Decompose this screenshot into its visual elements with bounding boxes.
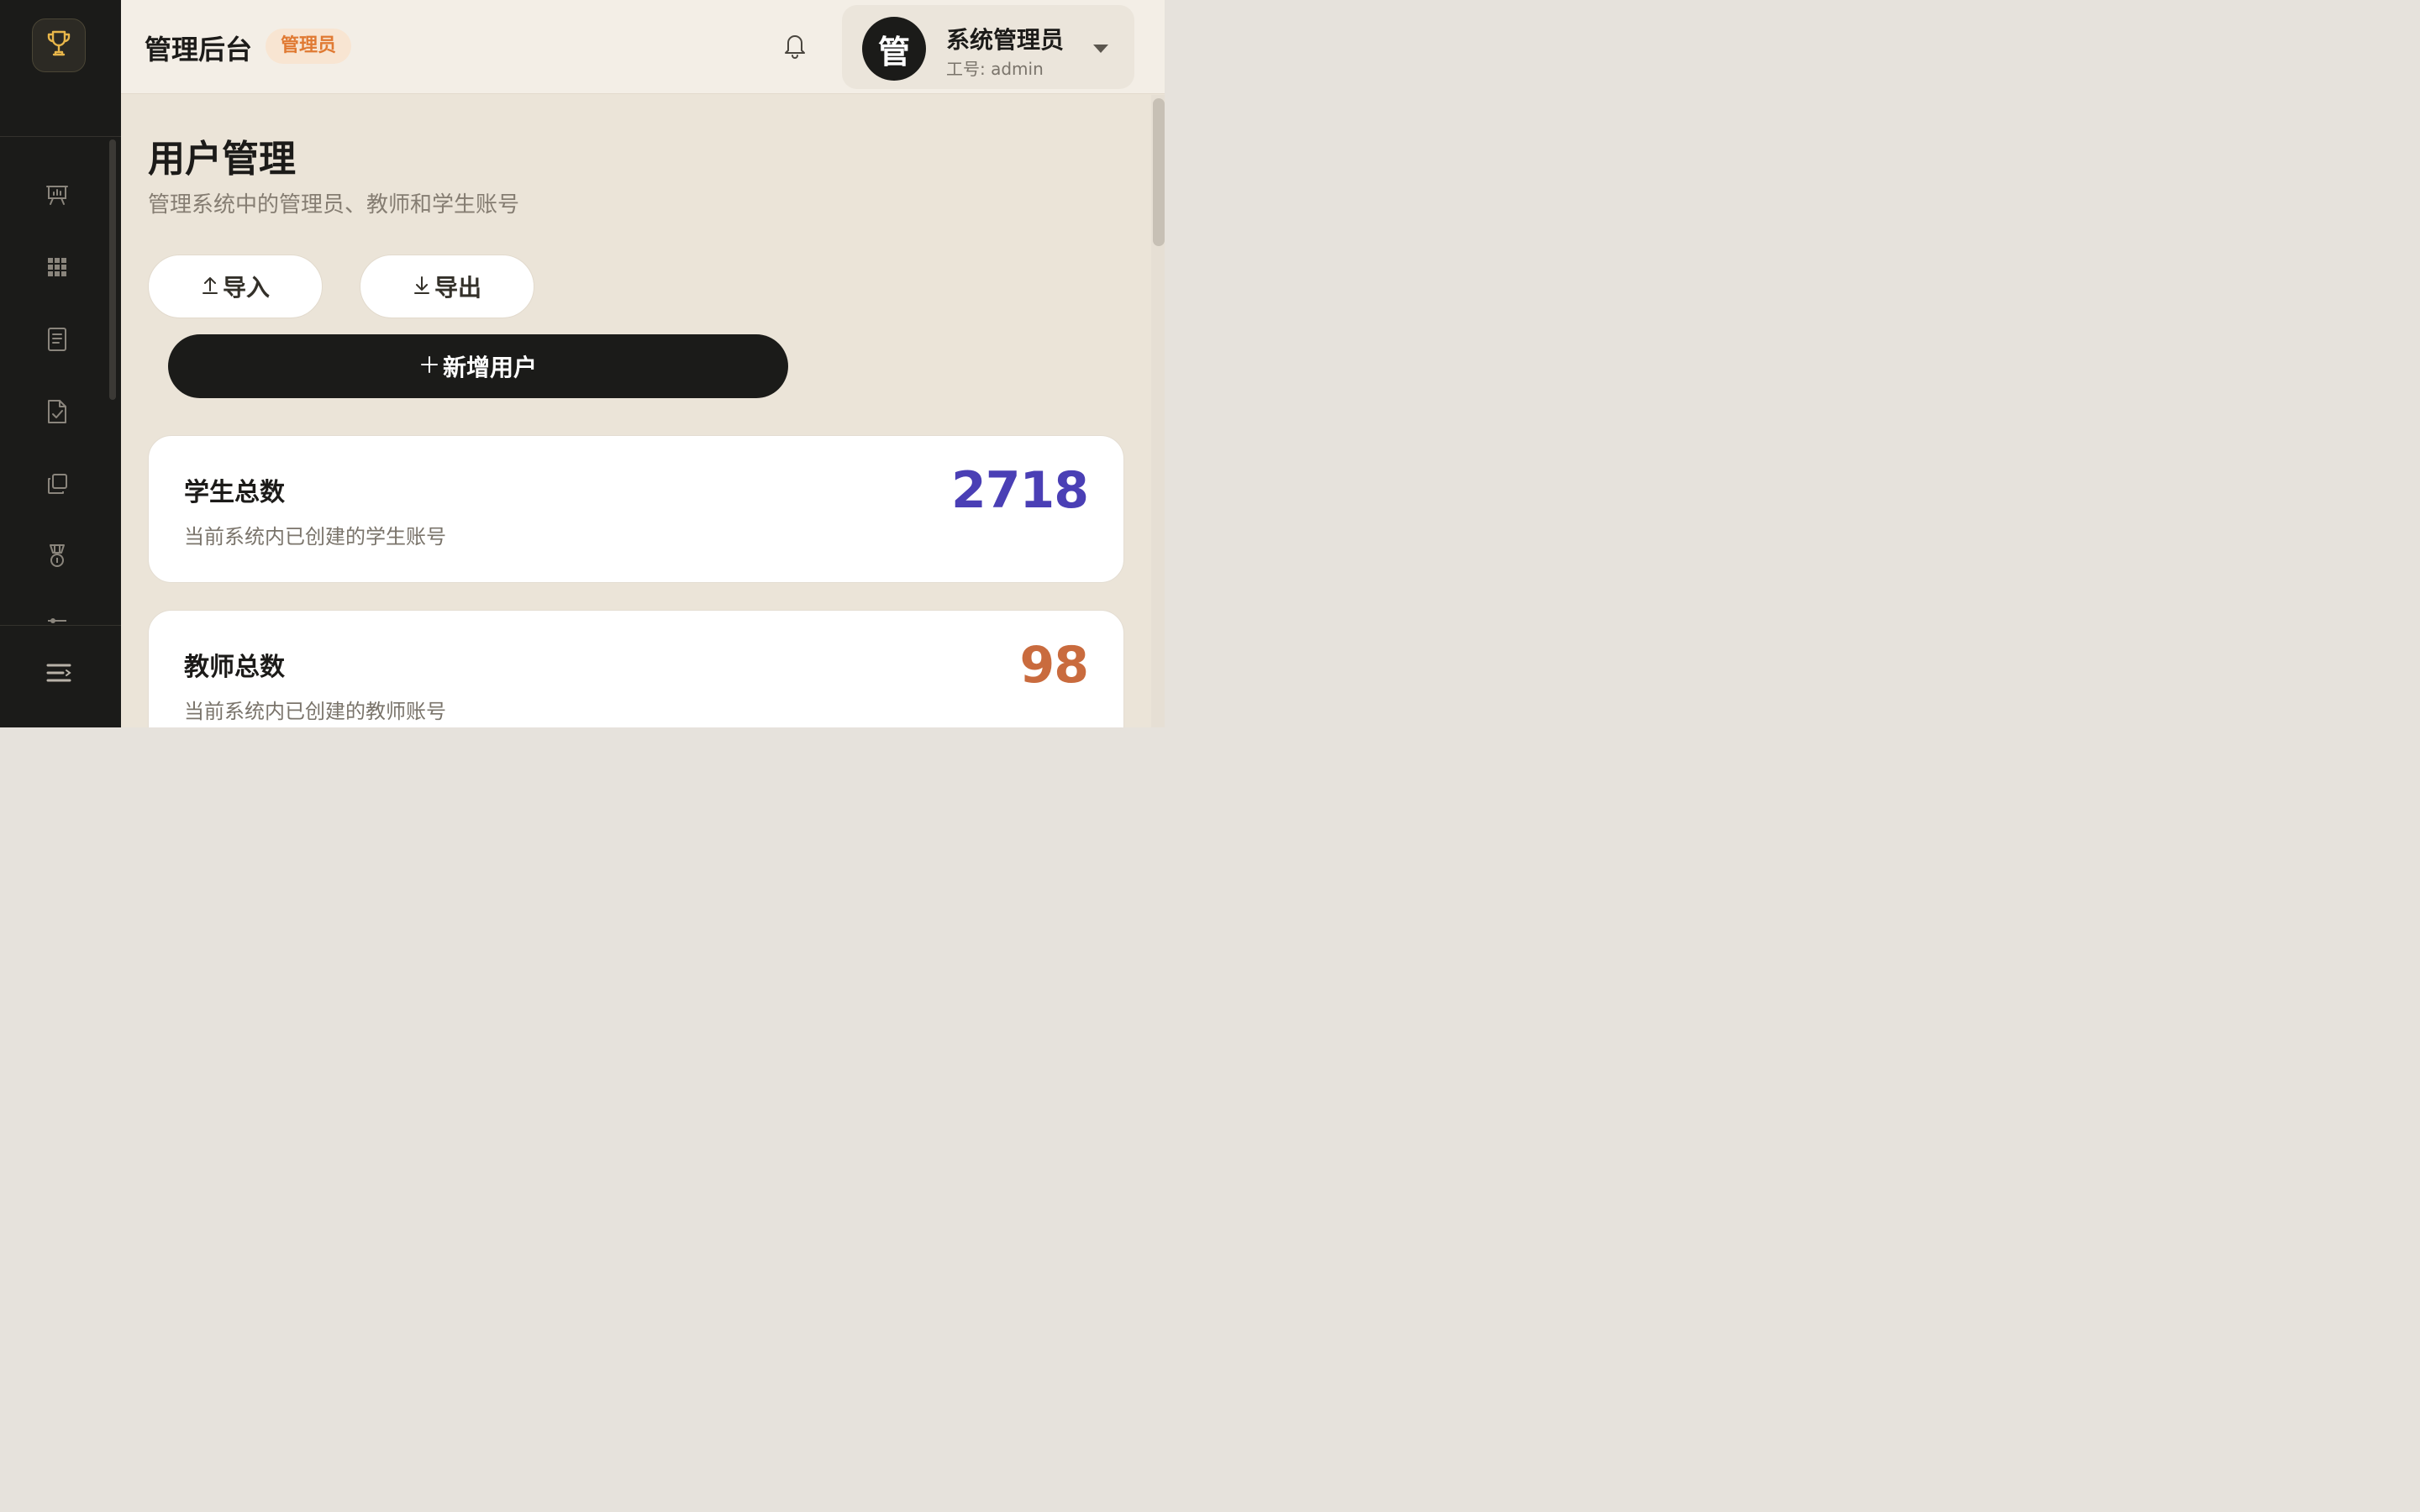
- stat-description: 当前系统内已创建的学生账号: [184, 525, 446, 549]
- import-label: 导入: [222, 274, 270, 302]
- notifications-button[interactable]: [780, 32, 810, 62]
- role-badge: 管理员: [266, 29, 352, 64]
- sidebar-item-copies[interactable]: [42, 470, 72, 501]
- sidebar-item-documents[interactable]: [42, 326, 72, 356]
- grid-apps-icon: [46, 256, 68, 281]
- export-button[interactable]: 导出: [360, 255, 534, 318]
- add-user-button[interactable]: 新增用户: [168, 334, 788, 398]
- add-user-label: 新增用户: [442, 354, 537, 381]
- logo[interactable]: [32, 18, 86, 72]
- stat-title: 学生总数: [184, 478, 285, 507]
- import-button[interactable]: 导入: [148, 255, 323, 318]
- stat-value: 98: [1019, 636, 1089, 695]
- stat-title: 教师总数: [184, 653, 285, 682]
- plus-icon: [419, 353, 443, 381]
- medal-icon: [46, 543, 68, 572]
- sidebar-scrollbar[interactable]: [109, 139, 116, 400]
- file-check-icon: [46, 399, 68, 428]
- sidebar-item-dashboard[interactable]: [42, 181, 72, 212]
- avatar: 管: [862, 17, 926, 81]
- download-icon: [413, 273, 434, 301]
- chevron-down-icon: [1092, 42, 1109, 54]
- app-title: 管理后台: [145, 34, 253, 66]
- sidebar-item-settings[interactable]: [42, 608, 72, 625]
- sidebar-item-awards[interactable]: [42, 543, 72, 573]
- collapse-menu-icon: [45, 662, 72, 687]
- stat-card-teachers: 教师总数 当前系统内已创建的教师账号 98: [148, 610, 1124, 727]
- user-employee-id: 工号: admin: [946, 59, 1044, 79]
- presentation-chart-icon: [45, 182, 70, 211]
- export-label: 导出: [434, 274, 481, 302]
- trophy-icon: [45, 29, 72, 61]
- stat-value: 2718: [951, 461, 1089, 520]
- stat-description: 当前系统内已创建的教师账号: [184, 700, 446, 723]
- sidebar-item-apps[interactable]: [42, 254, 72, 284]
- sidebar-item-review[interactable]: [42, 398, 72, 428]
- bell-icon: [782, 32, 808, 62]
- stat-card-students: 学生总数 当前系统内已创建的学生账号 2718: [148, 435, 1124, 583]
- sidebar: [0, 0, 121, 727]
- page-subtitle: 管理系统中的管理员、教师和学生账号: [148, 192, 520, 218]
- slider-icon: [46, 608, 68, 625]
- page-title: 用户管理: [148, 138, 296, 181]
- app-window: 管理后台 管理员 管 系统管理员 工号: admin 用户管理 管理系统中的管理…: [0, 0, 1165, 727]
- upload-icon: [201, 273, 223, 301]
- collapse-sidebar-button[interactable]: [44, 660, 74, 689]
- copy-layers-icon: [45, 472, 69, 499]
- main-scrollbar-thumb[interactable]: [1153, 98, 1165, 246]
- document-icon: [46, 327, 68, 355]
- sidebar-divider: [0, 136, 121, 137]
- user-name: 系统管理员: [946, 26, 1065, 54]
- user-menu[interactable]: 管 系统管理员 工号: admin: [842, 5, 1134, 89]
- sidebar-divider: [0, 625, 121, 626]
- top-header: 管理后台 管理员 管 系统管理员 工号: admin: [121, 0, 1165, 94]
- main-content: 用户管理 管理系统中的管理员、教师和学生账号 导入 导出 新增用户 学生总数 当…: [121, 95, 1165, 727]
